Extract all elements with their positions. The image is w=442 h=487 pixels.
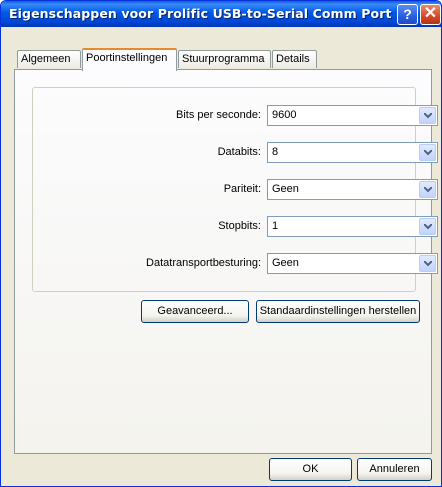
data-bits-label: Databits: xyxy=(217,146,261,158)
bits-per-second-value: 9600 xyxy=(272,109,297,121)
tab-general[interactable]: Algemeen xyxy=(17,50,81,68)
help-button[interactable]: ? xyxy=(397,4,418,25)
stop-bits-select[interactable]: 1 xyxy=(267,216,438,237)
flow-control-value: Geen xyxy=(272,257,299,269)
chevron-down-icon[interactable] xyxy=(419,218,436,235)
bits-per-second-label: Bits per seconde: xyxy=(176,109,261,121)
settings-group: Bits per seconde: 9600 Databits: 8 Parit… xyxy=(32,87,438,292)
stop-bits-value: 1 xyxy=(272,220,279,232)
flow-control-select[interactable]: Geen xyxy=(267,253,438,274)
parity-select[interactable]: Geen xyxy=(267,179,438,200)
port-settings-panel: Bits per seconde: 9600 Databits: 8 Parit… xyxy=(14,69,438,454)
chevron-down-icon[interactable] xyxy=(419,181,436,198)
chevron-down-icon[interactable] xyxy=(419,144,436,161)
parity-value: Geen xyxy=(272,183,299,195)
close-icon: ✕ xyxy=(423,5,438,22)
parity-label: Pariteit: xyxy=(223,183,261,195)
tab-details[interactable]: Details xyxy=(272,50,317,68)
chevron-down-icon[interactable] xyxy=(419,107,436,124)
restore-defaults-button[interactable]: Standaardinstellingen herstellen xyxy=(256,300,420,323)
ok-button[interactable]: OK xyxy=(269,458,352,481)
chevron-down-icon[interactable] xyxy=(419,255,436,272)
cancel-button[interactable]: Annuleren xyxy=(357,458,432,481)
flow-control-label: Datatransportbesturing: xyxy=(146,257,261,269)
data-bits-select[interactable]: 8 xyxy=(267,142,438,163)
close-button[interactable]: ✕ xyxy=(420,4,441,25)
title-bar[interactable]: Eigenschappen voor Prolific USB-to-Seria… xyxy=(1,1,441,27)
advanced-button[interactable]: Geavanceerd... xyxy=(141,300,249,323)
tab-driver[interactable]: Stuurprogramma xyxy=(178,50,271,68)
tab-port-settings[interactable]: Poortinstellingen xyxy=(82,48,177,71)
stop-bits-label: Stopbits: xyxy=(218,220,261,232)
data-bits-value: 8 xyxy=(272,146,279,158)
help-icon: ? xyxy=(403,6,412,22)
window-title: Eigenschappen voor Prolific USB-to-Seria… xyxy=(9,6,417,21)
properties-dialog: Eigenschappen voor Prolific USB-to-Seria… xyxy=(0,0,442,487)
bits-per-second-select[interactable]: 9600 xyxy=(267,105,438,126)
